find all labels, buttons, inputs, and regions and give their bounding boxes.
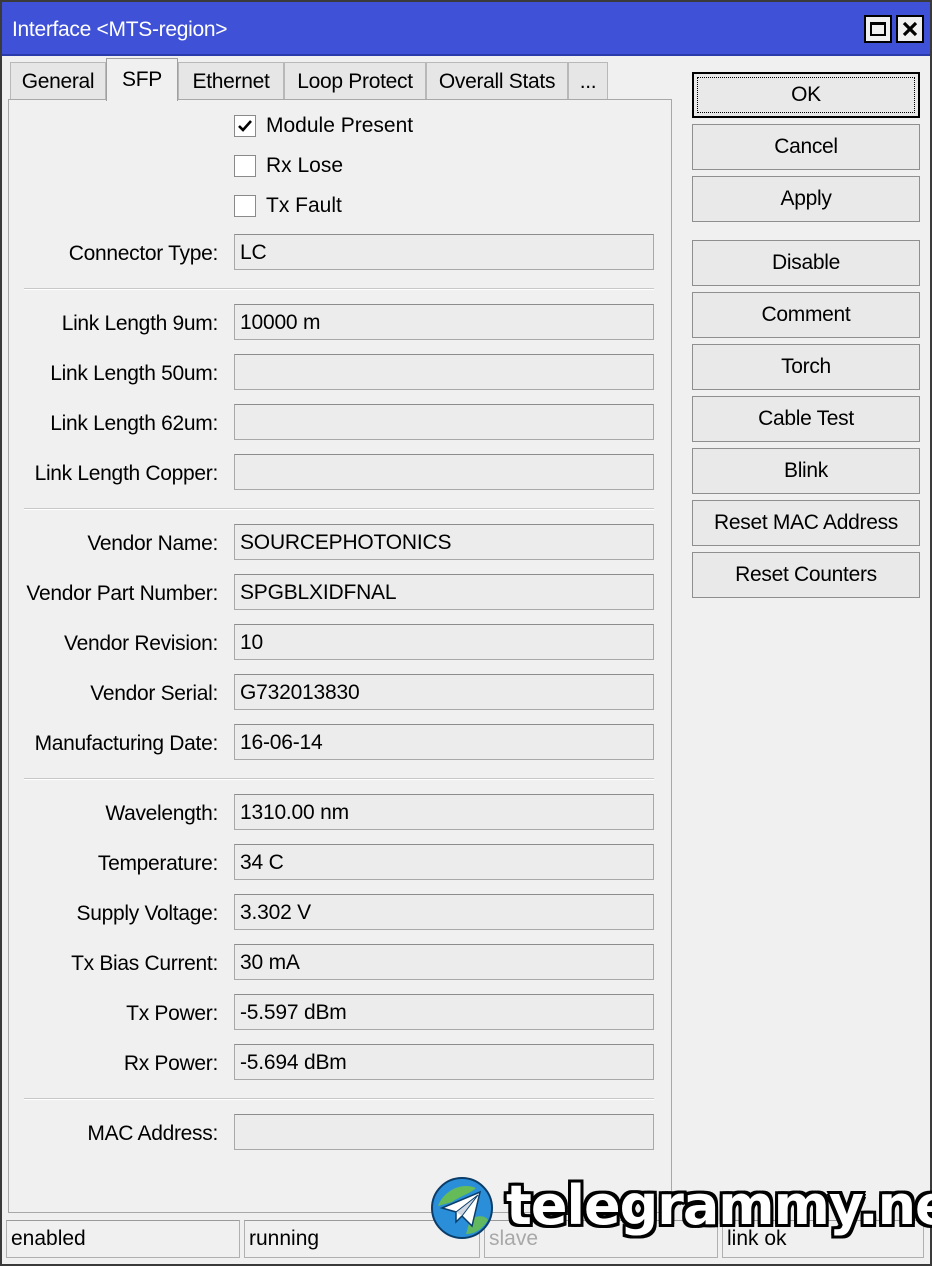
tab-general[interactable]: General xyxy=(10,62,106,100)
checkbox-box[interactable] xyxy=(234,195,256,217)
cable-test-button[interactable]: Cable Test xyxy=(692,396,920,442)
link-length-62um-label: Link Length 62um: xyxy=(50,412,218,435)
module-present-label: Module Present xyxy=(266,114,414,137)
vendor-serial-field[interactable]: G732013830 xyxy=(234,674,654,710)
rx-power-label: Rx Power: xyxy=(123,1052,218,1075)
vendor-serial-label: Vendor Serial: xyxy=(90,682,218,705)
tx-fault-checkbox[interactable]: Tx Fault xyxy=(234,192,342,220)
module-present-checkbox[interactable]: Module Present xyxy=(234,112,413,140)
vendor-revision-label: Vendor Revision: xyxy=(64,632,218,655)
rx-power-field[interactable]: -5.694 dBm xyxy=(234,1044,654,1080)
separator xyxy=(24,778,654,780)
supply-voltage-field[interactable]: 3.302 V xyxy=(234,894,654,930)
telegram-logo-icon xyxy=(431,1177,493,1239)
vendor-part-number-label: Vendor Part Number: xyxy=(26,582,218,605)
link-length-50um-label: Link Length 50um: xyxy=(50,362,218,385)
tab-loop-protect[interactable]: Loop Protect xyxy=(284,62,426,100)
temperature-field[interactable]: 34 C xyxy=(234,844,654,880)
tab-strip: General SFP Ethernet Loop Protect Overal… xyxy=(10,58,670,101)
vendor-part-number-field[interactable]: SPGBLXIDFNAL xyxy=(234,574,654,610)
watermark: telegrammy.net xyxy=(430,1174,932,1244)
reset-counters-button[interactable]: Reset Counters xyxy=(692,552,920,598)
tx-power-field[interactable]: -5.597 dBm xyxy=(234,994,654,1030)
separator xyxy=(24,508,654,510)
separator xyxy=(24,1098,654,1100)
close-button[interactable] xyxy=(896,15,924,43)
link-length-copper-label: Link Length Copper: xyxy=(34,462,219,485)
mac-address-label: MAC Address: xyxy=(87,1122,218,1145)
tx-power-label: Tx Power: xyxy=(126,1002,218,1025)
watermark-text: telegrammy.net xyxy=(506,1174,932,1237)
checkbox-box[interactable] xyxy=(234,155,256,177)
apply-button[interactable]: Apply xyxy=(692,176,920,222)
tab-sfp[interactable]: SFP xyxy=(106,58,178,101)
connector-type-label: Connector Type: xyxy=(68,242,219,265)
mac-address-field[interactable] xyxy=(234,1114,654,1150)
maximize-icon xyxy=(870,22,886,36)
rx-lose-label: Rx Lose xyxy=(266,154,344,177)
wavelength-label: Wavelength: xyxy=(105,802,218,825)
separator xyxy=(24,288,654,290)
comment-button[interactable]: Comment xyxy=(692,292,920,338)
vendor-name-field[interactable]: SOURCEPHOTONICS xyxy=(234,524,654,560)
close-icon xyxy=(902,21,918,37)
status-enabled: enabled xyxy=(6,1220,240,1258)
tab-overall-stats[interactable]: Overall Stats xyxy=(426,62,568,100)
tx-fault-label: Tx Fault xyxy=(266,194,342,217)
title-bar[interactable]: Interface <MTS-region> xyxy=(2,2,930,56)
cancel-button[interactable]: Cancel xyxy=(692,124,920,170)
tab-more[interactable]: ... xyxy=(568,62,608,100)
blink-button[interactable]: Blink xyxy=(692,448,920,494)
tab-ethernet[interactable]: Ethernet xyxy=(178,62,284,100)
vendor-revision-field[interactable]: 10 xyxy=(234,624,654,660)
manufacturing-date-field[interactable]: 16-06-14 xyxy=(234,724,654,760)
reset-mac-address-button[interactable]: Reset MAC Address xyxy=(692,500,920,546)
rx-lose-checkbox[interactable]: Rx Lose xyxy=(234,152,343,180)
focus-ring xyxy=(697,77,915,113)
tx-bias-current-field[interactable]: 30 mA xyxy=(234,944,654,980)
link-length-9um-label: Link Length 9um: xyxy=(61,312,219,335)
tx-bias-current-label: Tx Bias Current: xyxy=(71,952,218,975)
checkbox-box[interactable] xyxy=(234,115,256,137)
window-title: Interface <MTS-region> xyxy=(12,18,228,41)
link-length-62um-field[interactable] xyxy=(234,404,654,440)
link-length-9um-field[interactable]: 10000 m xyxy=(234,304,654,340)
link-length-copper-field[interactable] xyxy=(234,454,654,490)
checkmark-icon xyxy=(238,120,252,132)
ok-button[interactable]: OK xyxy=(692,72,920,118)
wavelength-field[interactable]: 1310.00 nm xyxy=(234,794,654,830)
interface-window: Interface <MTS-region> General SFP Ether… xyxy=(0,0,932,1266)
disable-button[interactable]: Disable xyxy=(692,240,920,286)
vendor-name-label: Vendor Name: xyxy=(87,532,218,555)
temperature-label: Temperature: xyxy=(97,852,218,875)
connector-type-field[interactable]: LC xyxy=(234,234,654,270)
supply-voltage-label: Supply Voltage: xyxy=(76,902,219,925)
manufacturing-date-label: Manufacturing Date: xyxy=(34,732,219,755)
torch-button[interactable]: Torch xyxy=(692,344,920,390)
link-length-50um-field[interactable] xyxy=(234,354,654,390)
maximize-button[interactable] xyxy=(864,15,892,43)
